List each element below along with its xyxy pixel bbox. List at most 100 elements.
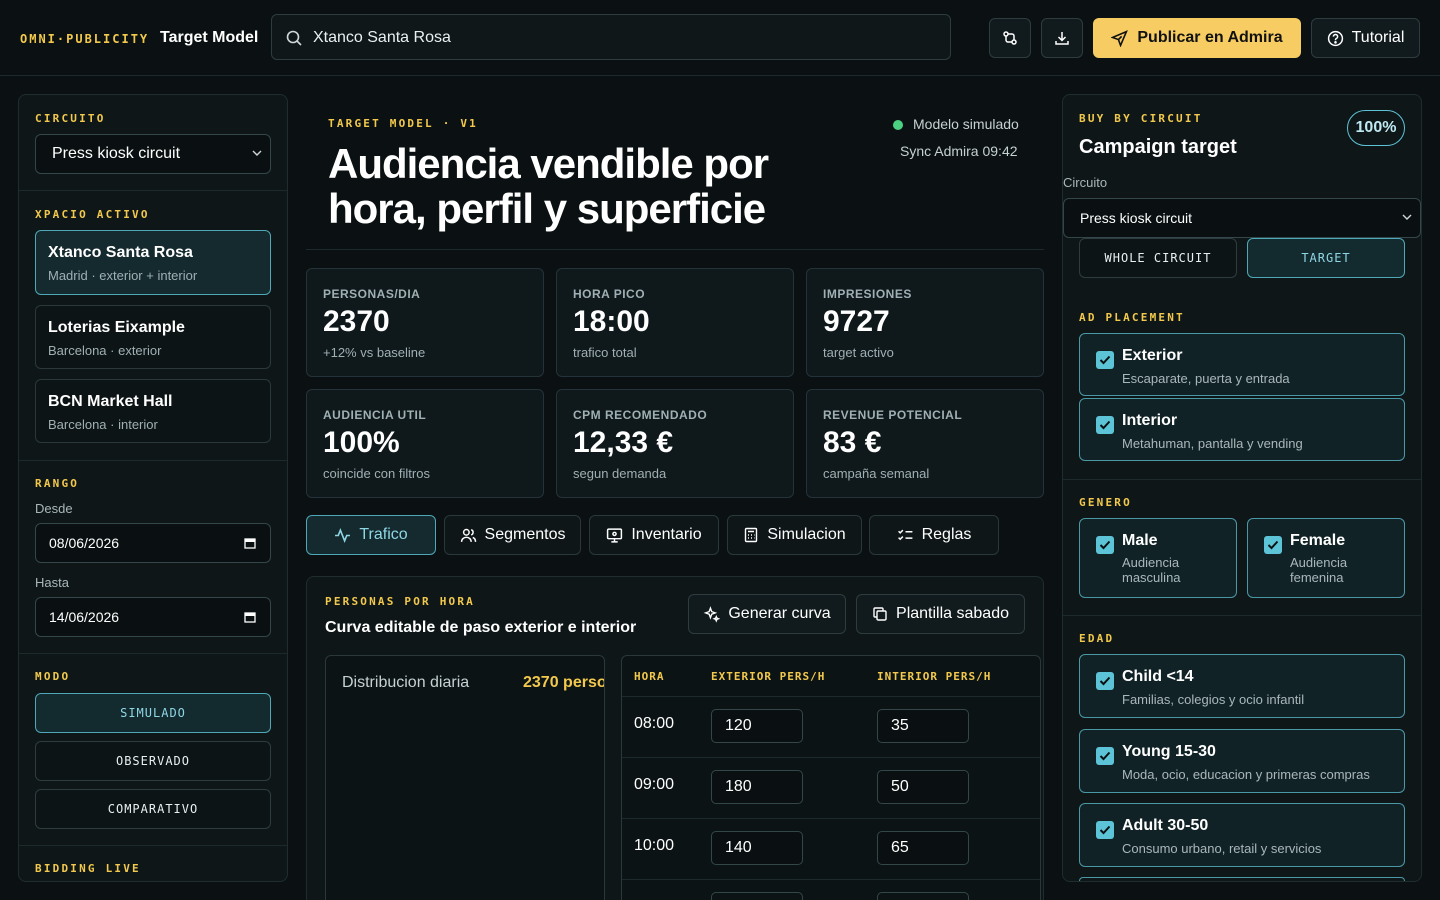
placement-heading: AD PLACEMENT — [1079, 311, 1185, 324]
column-header: EXTERIOR PERS/H — [711, 670, 826, 683]
activity-icon — [335, 527, 351, 543]
age-child-checkbox[interactable]: Child <14 Familias, colegios y ocio infa… — [1079, 654, 1405, 718]
page-title: Audiencia vendible por hora, perfil y su… — [328, 140, 769, 232]
kpi-card: IMPRESIONES 9727 target activo — [806, 268, 1044, 377]
distribution-label: Distribucion diaria — [342, 674, 470, 691]
checkbox-subtitle: Familias, colegios y ocio infantil — [1122, 692, 1305, 707]
checkbox-subtitle: Consumo urbano, retail y servicios — [1122, 841, 1322, 856]
compare-button[interactable] — [989, 18, 1031, 58]
sync-text: Sync Admira 09:42 — [900, 143, 1018, 159]
calendar-icon — [244, 538, 256, 549]
mode-comparativo-button[interactable]: COMPARATIVO — [35, 789, 271, 829]
kpi-detail: +12% vs baseline — [323, 345, 426, 360]
placement-interior-checkbox[interactable]: Interior Metahuman, pantalla y vending — [1079, 398, 1405, 461]
interior-input[interactable]: 50 — [877, 770, 969, 804]
chevron-down-icon — [252, 150, 262, 156]
check-icon — [1096, 747, 1114, 765]
bidding-heading: BIDDING LIVE — [35, 862, 141, 875]
whole-circuit-button[interactable]: WHOLE CIRCUIT — [1079, 238, 1237, 278]
hour-cell: 08:00 — [634, 715, 675, 732]
table-row: 10:00 140 65 — [622, 818, 1040, 879]
chevron-down-icon — [1402, 214, 1412, 220]
left-sidebar: CIRCUITO Press kiosk circuit XPACIO ACTI… — [18, 94, 288, 882]
age-next-checkbox[interactable] — [1079, 877, 1405, 881]
tab-trafico[interactable]: Trafico — [306, 515, 436, 555]
interior-input[interactable]: 35 — [877, 709, 969, 743]
checkbox-title: Exterior — [1122, 347, 1183, 364]
age-heading: EDAD — [1079, 632, 1115, 645]
interior-input[interactable]: 65 — [877, 831, 969, 865]
mode-simulado-button[interactable]: SIMULADO — [35, 693, 271, 733]
checkbox-title: Female — [1290, 532, 1346, 549]
check-icon — [1096, 672, 1114, 690]
kpi-label: PERSONAS/DIA — [323, 287, 421, 301]
tab-label: Reglas — [921, 526, 972, 543]
checkbox-title: Adult 30-50 — [1122, 817, 1209, 834]
space-name: Loterias Eixample — [48, 319, 185, 336]
column-header: HORA — [634, 670, 665, 683]
monitor-icon — [607, 527, 623, 543]
space-card[interactable]: Loterias Eixample Barcelona · exterior — [35, 305, 271, 369]
kpi-value: 100% — [323, 426, 400, 459]
calculator-icon — [745, 527, 758, 543]
checkbox-subtitle: Audiencia masculina — [1122, 555, 1181, 585]
circuit-select-value: Press kiosk circuit — [52, 145, 181, 162]
kpi-value: 9727 — [823, 305, 890, 338]
to-date-input[interactable]: 14/06/2026 — [35, 597, 271, 637]
exterior-input[interactable]: 180 — [711, 770, 803, 804]
checkbox-subtitle: Metahuman, pantalla y vending — [1122, 436, 1303, 451]
search-input[interactable]: Xtanco Santa Rosa — [271, 14, 951, 60]
exterior-input[interactable] — [711, 892, 803, 900]
kpi-card: AUDIENCIA UTIL 100% coincide con filtros — [306, 389, 544, 498]
gender-female-checkbox[interactable]: Female Audiencia femenina — [1247, 518, 1405, 598]
age-adult-checkbox[interactable]: Adult 30-50 Consumo urbano, retail y ser… — [1079, 803, 1405, 867]
to-date-value: 14/06/2026 — [49, 609, 120, 625]
search-icon — [286, 30, 302, 46]
right-title: Campaign target — [1079, 136, 1237, 158]
kpi-detail: campaña semanal — [823, 466, 930, 481]
send-icon — [1111, 29, 1129, 47]
users-icon — [460, 528, 476, 542]
placement-exterior-checkbox[interactable]: Exterior Escaparate, puerta y entrada — [1079, 333, 1405, 396]
tab-reglas[interactable]: Reglas — [869, 515, 999, 555]
distribution-card: Distribucion diaria 2370 personas — [325, 655, 605, 900]
generate-curve-button[interactable]: Generar curva — [688, 594, 846, 634]
checkbox-subtitle: Moda, ocio, educacion y primeras compras — [1122, 767, 1370, 782]
right-circuit-select[interactable]: Press kiosk circuit — [1063, 198, 1421, 238]
kpi-label: CPM RECOMENDADO — [573, 408, 708, 422]
app-title: Target Model — [160, 29, 259, 46]
age-young-checkbox[interactable]: Young 15-30 Moda, ocio, educacion y prim… — [1079, 729, 1405, 793]
checkbox-subtitle: Escaparate, puerta y entrada — [1122, 371, 1290, 386]
right-kicker: BUY BY CIRCUIT — [1079, 112, 1203, 125]
tab-segmentos[interactable]: Segmentos — [444, 515, 581, 555]
circuit-select[interactable]: Press kiosk circuit — [35, 134, 271, 174]
download-icon — [1055, 32, 1069, 45]
interior-input[interactable] — [877, 892, 969, 900]
hour-cell: 09:00 — [634, 776, 675, 793]
space-card[interactable]: Xtanco Santa Rosa Madrid · exterior + in… — [35, 230, 271, 295]
main-kicker: TARGET MODEL · V1 — [328, 117, 478, 130]
exterior-input[interactable]: 120 — [711, 709, 803, 743]
check-icon — [1096, 821, 1114, 839]
target-button[interactable]: TARGET — [1247, 238, 1405, 278]
tab-label: Trafico — [359, 526, 408, 543]
template-label: Plantilla sabado — [896, 605, 1009, 622]
publish-button[interactable]: Publicar en Admira — [1093, 18, 1301, 58]
from-date-input[interactable]: 08/06/2026 — [35, 523, 271, 563]
template-button[interactable]: Plantilla sabado — [856, 594, 1025, 634]
space-name: Xtanco Santa Rosa — [48, 244, 193, 261]
tab-label: Inventario — [631, 526, 702, 543]
gender-male-checkbox[interactable]: Male Audiencia masculina — [1079, 518, 1237, 598]
tab-simulacion[interactable]: Simulacion — [727, 515, 862, 555]
table-row — [622, 879, 1040, 900]
check-icon — [1096, 536, 1114, 554]
space-card[interactable]: BCN Market Hall Barcelona · interior — [35, 379, 271, 443]
mode-observado-button[interactable]: OBSERVADO — [35, 741, 271, 781]
tab-inventario[interactable]: Inventario — [589, 515, 719, 555]
status-dot-icon — [893, 120, 903, 130]
kpi-label: HORA PICO — [573, 287, 646, 301]
checkbox-subtitle: Audiencia femenina — [1290, 555, 1348, 585]
download-button[interactable] — [1041, 18, 1083, 58]
tutorial-button[interactable]: Tutorial — [1311, 18, 1420, 58]
exterior-input[interactable]: 140 — [711, 831, 803, 865]
